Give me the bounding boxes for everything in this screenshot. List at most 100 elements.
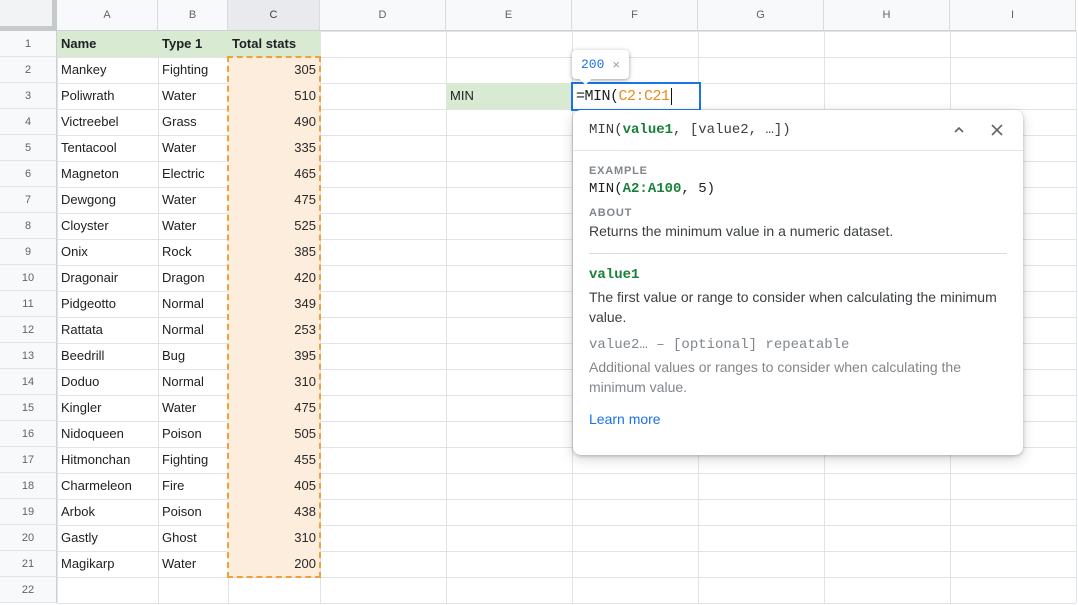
row-header-13[interactable]: 13 xyxy=(0,343,57,369)
cell-A1[interactable]: Name xyxy=(57,31,158,57)
collapse-icon[interactable] xyxy=(947,118,971,142)
row-header-19[interactable]: 19 xyxy=(0,499,57,525)
row-header-2[interactable]: 2 xyxy=(0,57,57,83)
cell-C3[interactable]: 510 xyxy=(228,83,320,109)
formula-input[interactable]: =MIN(C2:C21 xyxy=(571,82,701,111)
cell-A9[interactable]: Onix xyxy=(57,239,158,265)
row-header-15[interactable]: 15 xyxy=(0,395,57,421)
row-header-7[interactable]: 7 xyxy=(0,187,57,213)
cell-A20[interactable]: Gastly xyxy=(57,525,158,551)
cell-A3[interactable]: Poliwrath xyxy=(57,83,158,109)
cell-C2[interactable]: 305 xyxy=(228,57,320,83)
cell-B3[interactable]: Water xyxy=(158,83,228,109)
cell-B16[interactable]: Poison xyxy=(158,421,228,447)
cell-A11[interactable]: Pidgeotto xyxy=(57,291,158,317)
col-header-A[interactable]: A xyxy=(57,0,158,31)
cell-A2[interactable]: Mankey xyxy=(57,57,158,83)
row-header-11[interactable]: 11 xyxy=(0,291,57,317)
row-header-12[interactable]: 12 xyxy=(0,317,57,343)
cell-C14[interactable]: 310 xyxy=(228,369,320,395)
row-header-18[interactable]: 18 xyxy=(0,473,57,499)
learn-more-link[interactable]: Learn more xyxy=(589,411,661,427)
col-header-F[interactable]: F xyxy=(572,0,698,31)
row-header-4[interactable]: 4 xyxy=(0,109,57,135)
cell-C6[interactable]: 465 xyxy=(228,161,320,187)
row-header-6[interactable]: 6 xyxy=(0,161,57,187)
cell-B5[interactable]: Water xyxy=(158,135,228,161)
select-all-corner[interactable] xyxy=(0,0,57,31)
col-header-D[interactable]: D xyxy=(320,0,446,31)
row-header-17[interactable]: 17 xyxy=(0,447,57,473)
cell-C13[interactable]: 395 xyxy=(228,343,320,369)
row-header-16[interactable]: 16 xyxy=(0,421,57,447)
cell-B19[interactable]: Poison xyxy=(158,499,228,525)
cell-C10[interactable]: 420 xyxy=(228,265,320,291)
col-header-H[interactable]: H xyxy=(824,0,950,31)
cell-A7[interactable]: Dewgong xyxy=(57,187,158,213)
col-header-G[interactable]: G xyxy=(698,0,824,31)
cell-C17[interactable]: 455 xyxy=(228,447,320,473)
cell-C16[interactable]: 505 xyxy=(228,421,320,447)
cell-B14[interactable]: Normal xyxy=(158,369,228,395)
row-header-9[interactable]: 9 xyxy=(0,239,57,265)
row-header-10[interactable]: 10 xyxy=(0,265,57,291)
col-header-E[interactable]: E xyxy=(446,0,572,31)
col-header-I[interactable]: I xyxy=(950,0,1076,31)
cell-C18[interactable]: 405 xyxy=(228,473,320,499)
cell-B10[interactable]: Dragon xyxy=(158,265,228,291)
preview-close-icon[interactable]: × xyxy=(612,57,620,72)
row-header-14[interactable]: 14 xyxy=(0,369,57,395)
cell-A16[interactable]: Nidoqueen xyxy=(57,421,158,447)
cell-C19[interactable]: 438 xyxy=(228,499,320,525)
col-header-C[interactable]: C xyxy=(228,0,320,31)
cell-B12[interactable]: Normal xyxy=(158,317,228,343)
cell-C4[interactable]: 490 xyxy=(228,109,320,135)
cell-C9[interactable]: 385 xyxy=(228,239,320,265)
cell-E3-min-label[interactable]: MIN xyxy=(446,83,572,109)
cell-B18[interactable]: Fire xyxy=(158,473,228,499)
row-header-1[interactable]: 1 xyxy=(0,31,57,57)
row-header-22[interactable]: 22 xyxy=(0,577,57,603)
cell-A15[interactable]: Kingler xyxy=(57,395,158,421)
cell-B2[interactable]: Fighting xyxy=(158,57,228,83)
cell-B13[interactable]: Bug xyxy=(158,343,228,369)
col-header-B[interactable]: B xyxy=(158,0,228,31)
cell-C11[interactable]: 349 xyxy=(228,291,320,317)
cell-B8[interactable]: Water xyxy=(158,213,228,239)
cell-C20[interactable]: 310 xyxy=(228,525,320,551)
cell-A19[interactable]: Arbok xyxy=(57,499,158,525)
cell-A6[interactable]: Magneton xyxy=(57,161,158,187)
row-header-21[interactable]: 21 xyxy=(0,551,57,577)
cell-C5[interactable]: 335 xyxy=(228,135,320,161)
row-header-8[interactable]: 8 xyxy=(0,213,57,239)
cell-A14[interactable]: Doduo xyxy=(57,369,158,395)
cell-C12[interactable]: 253 xyxy=(228,317,320,343)
cell-C7[interactable]: 475 xyxy=(228,187,320,213)
cell-A17[interactable]: Hitmonchan xyxy=(57,447,158,473)
cell-A18[interactable]: Charmeleon xyxy=(57,473,158,499)
cell-A13[interactable]: Beedrill xyxy=(57,343,158,369)
cell-A21[interactable]: Magikarp xyxy=(57,551,158,577)
cell-B7[interactable]: Water xyxy=(158,187,228,213)
cell-B4[interactable]: Grass xyxy=(158,109,228,135)
cell-B1[interactable]: Type 1 xyxy=(158,31,228,57)
cell-C15[interactable]: 475 xyxy=(228,395,320,421)
cell-A4[interactable]: Victreebel xyxy=(57,109,158,135)
cell-B21[interactable]: Water xyxy=(158,551,228,577)
cell-C8[interactable]: 525 xyxy=(228,213,320,239)
cell-B15[interactable]: Water xyxy=(158,395,228,421)
cell-A5[interactable]: Tentacool xyxy=(57,135,158,161)
row-header-20[interactable]: 20 xyxy=(0,525,57,551)
cell-B9[interactable]: Rock xyxy=(158,239,228,265)
cell-B11[interactable]: Normal xyxy=(158,291,228,317)
row-header-5[interactable]: 5 xyxy=(0,135,57,161)
cell-A10[interactable]: Dragonair xyxy=(57,265,158,291)
cell-C1[interactable]: Total stats xyxy=(228,31,320,57)
cell-A12[interactable]: Rattata xyxy=(57,317,158,343)
close-icon[interactable] xyxy=(985,118,1009,142)
cell-B20[interactable]: Ghost xyxy=(158,525,228,551)
cell-B17[interactable]: Fighting xyxy=(158,447,228,473)
row-header-3[interactable]: 3 xyxy=(0,83,57,109)
cell-C21[interactable]: 200 xyxy=(228,551,320,577)
cell-B6[interactable]: Electric xyxy=(158,161,228,187)
